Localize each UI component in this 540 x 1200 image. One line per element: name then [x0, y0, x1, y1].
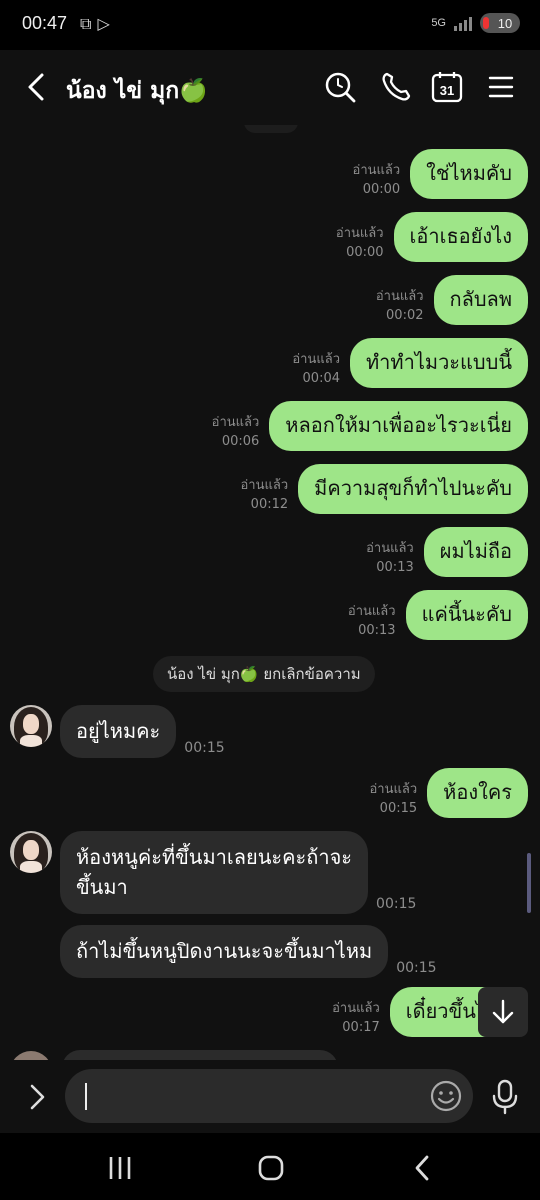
unsent-notice: น้อง ไข่ มุก🍏 ยกเลิกข้อความ — [153, 656, 375, 692]
message-row-out: อ่านแล้ว 00:13 แค่นี้นะคับ — [348, 590, 528, 640]
message-bubble-out[interactable]: หลอกให้มาเพื่ออะไรวะเนี่ย — [269, 401, 528, 451]
status-bar: 00:47 ⧉ ▷ 5G 10 — [0, 0, 540, 50]
chat-header: น้อง ไข่ มุก🍏 31 — [0, 50, 540, 125]
status-notification-icons: ⧉ ▷ — [80, 14, 110, 34]
message-bubble-in[interactable]: ห้องหนูค่ะที่ขึ้นมาเลยนะคะถ้าจะ ขึ้นมา — [60, 831, 369, 914]
search-icon[interactable] — [323, 70, 357, 104]
message-bubble-out[interactable]: ผมไม่ถือ — [423, 527, 528, 577]
message-bubble-out[interactable]: มีความสุขก็ทำไปนะคับ — [298, 464, 528, 514]
message-meta: อ่านแล้ว 00:13 — [366, 541, 414, 575]
message-row-out: อ่านแล้ว 00:04 ทำทำไมวะแบบนี้ — [292, 338, 528, 388]
scrollbar[interactable] — [527, 853, 531, 913]
screenshot-icon: ⧉ — [80, 14, 92, 33]
message-row-out: อ่านแล้ว 00:15 ห้องใคร — [369, 768, 528, 818]
home-icon[interactable] — [251, 1153, 291, 1183]
arrow-down-icon — [492, 999, 514, 1024]
message-meta: อ่านแล้ว 00:00 — [335, 226, 384, 260]
back-icon[interactable] — [22, 70, 52, 104]
avatar[interactable] — [10, 705, 52, 747]
message-bubble-out[interactable]: ใช่ไหมคับ — [410, 149, 528, 199]
message-row-in: ห้องหนูค่ะที่ขึ้นมาเลยนะคะถ้าจะ ขึ้นมา 0… — [10, 831, 416, 914]
back-nav-icon[interactable] — [403, 1153, 443, 1183]
signal-icon — [454, 15, 472, 31]
message-bubble-out[interactable]: ทำทำไมวะแบบนี้ — [350, 338, 528, 388]
message-row-in: อยู่ไหมคะ 00:15 — [10, 705, 225, 758]
message-row-in: ถ้าไม่ขึ้นหนูปิดงานนะจะขึ้นมาไหม 00:15 — [10, 925, 437, 978]
message-time: 00:15 — [184, 740, 225, 756]
message-meta: อ่านแล้ว 00:06 — [211, 415, 260, 449]
message-bubble-in-partial — [62, 1050, 338, 1060]
message-meta: อ่านแล้ว 00:13 — [347, 604, 396, 638]
status-time: 00:47 — [22, 13, 68, 33]
microphone-icon[interactable] — [490, 1078, 520, 1116]
message-row-out: อ่านแล้ว 00:06 หลอกให้มาเพื่ออะไรวะเนี่ย — [212, 401, 528, 451]
previous-message-peek — [244, 125, 298, 133]
message-bubble-out[interactable]: เอ้าเธอยังไง — [393, 212, 528, 262]
phone-icon[interactable] — [379, 70, 413, 104]
message-time: 00:15 — [396, 960, 437, 976]
avatar[interactable] — [10, 831, 52, 873]
text-caret — [85, 1083, 87, 1110]
message-bubble-in[interactable]: อยู่ไหมคะ — [60, 705, 177, 758]
message-bubble-out[interactable]: แค่นี้นะคับ — [405, 590, 528, 640]
recent-apps-icon[interactable] — [100, 1153, 140, 1183]
message-meta: อ่านแล้ว 00:12 — [240, 478, 289, 512]
message-bubble-out[interactable]: ห้องใคร — [427, 768, 528, 818]
battery-icon: 10 — [480, 13, 520, 33]
message-bubble-in[interactable]: ถ้าไม่ขึ้นหนูปิดงานนะจะขึ้นมาไหม — [60, 925, 389, 978]
message-input-bar — [0, 1060, 540, 1133]
calendar-day: 31 — [440, 83, 454, 98]
battery-level: 10 — [497, 15, 513, 31]
message-input[interactable] — [65, 1069, 473, 1123]
message-row-out: อ่านแล้ว 00:13 ผมไม่ถือ — [366, 527, 528, 577]
contact-name: น้อง ไข่ มุก🍏 — [66, 78, 208, 104]
message-row-out: อ่านแล้ว 00:00 ใช่ไหมคับ — [353, 149, 528, 199]
message-row-out: อ่านแล้ว 00:00 เอ้าเธอยังไง — [336, 212, 528, 262]
message-meta: อ่านแล้ว 00:02 — [375, 289, 424, 323]
network-type: 5G — [431, 16, 446, 29]
calendar-icon[interactable]: 31 — [430, 70, 464, 104]
message-meta: อ่านแล้ว 00:15 — [369, 782, 418, 816]
message-row-out: อ่านแล้ว 00:12 มีความสุขก็ทำไปนะคับ — [240, 464, 528, 514]
message-bubble-out[interactable]: กลับลพ — [433, 275, 528, 325]
status-right: 5G 10 — [431, 13, 520, 33]
message-row-out: อ่านแล้ว 00:02 กลับลพ — [376, 275, 528, 325]
message-meta: อ่านแล้ว 00:04 — [292, 352, 340, 386]
avatar — [10, 1051, 52, 1060]
message-meta: อ่านแล้ว 00:17 — [332, 1001, 380, 1035]
expand-icon[interactable] — [22, 1080, 52, 1114]
message-meta: อ่านแล้ว 00:00 — [352, 163, 401, 197]
chat-area[interactable]: อ่านแล้ว 00:00 ใช่ไหมคับ อ่านแล้ว 00:00 เอ… — [0, 125, 540, 1060]
menu-icon[interactable] — [484, 70, 518, 104]
message-time: 00:15 — [376, 896, 417, 912]
play-store-icon: ▷ — [97, 14, 110, 33]
emoji-icon[interactable] — [429, 1079, 463, 1113]
system-navigation-bar — [0, 1133, 540, 1200]
scroll-down-button[interactable] — [478, 987, 528, 1037]
